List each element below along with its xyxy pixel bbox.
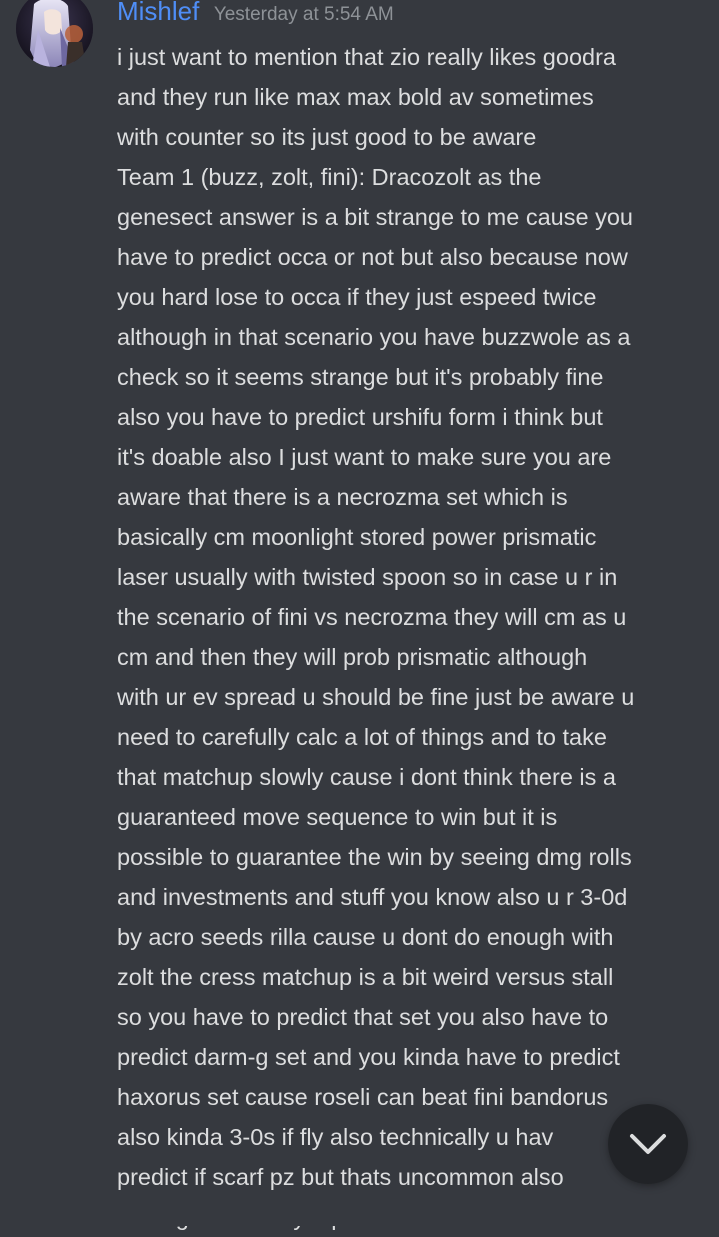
message-line: the scenario of fini vs necrozma they wi… bbox=[117, 604, 627, 630]
message-header: Mishlef Yesterday at 5:54 AM bbox=[117, 0, 394, 32]
chat-message: Mishlef Yesterday at 5:54 AM i just want… bbox=[0, 0, 719, 1230]
message-line: so you have to predict that set you also… bbox=[117, 1004, 609, 1030]
message-line: laser usually with twisted spoon so in c… bbox=[117, 564, 618, 590]
message-line: have to predict occa or not but also bec… bbox=[117, 244, 628, 270]
message-line: basically cm moonlight stored power pris… bbox=[117, 524, 597, 550]
message-line: need to carefully calc a lot of things a… bbox=[117, 724, 607, 750]
message-line: with counter so its just good to be awar… bbox=[117, 124, 537, 150]
user-avatar[interactable] bbox=[16, 0, 93, 67]
message-line: by acro seeds rilla cause u dont do enou… bbox=[117, 924, 614, 950]
composer-overlap-mask bbox=[0, 1204, 719, 1226]
timestamp: Yesterday at 5:54 AM bbox=[213, 4, 394, 25]
message-line: i just want to mention that zio really l… bbox=[117, 44, 616, 70]
message-line: haxorus set cause roseli can beat fini b… bbox=[117, 1084, 609, 1110]
message-line: it's doable also I just want to make sur… bbox=[117, 444, 612, 470]
message-line: aware that there is a necrozma set which… bbox=[117, 484, 568, 510]
message-line: that matchup slowly cause i dont think t… bbox=[117, 764, 616, 790]
username[interactable]: Mishlef bbox=[117, 0, 199, 26]
jump-to-present-button[interactable] bbox=[608, 1104, 688, 1184]
message-line: and investments and stuff you know also … bbox=[117, 884, 628, 910]
message-line: guaranteed move sequence to win but it i… bbox=[117, 804, 558, 830]
avatar-image-icon bbox=[16, 0, 93, 67]
message-line: and they run like max max bold av someti… bbox=[117, 84, 594, 110]
message-line: predict darm-g set and you kinda have to… bbox=[117, 1044, 620, 1070]
message-line: with ur ev spread u should be fine just … bbox=[117, 684, 635, 710]
message-line: genesect answer is a bit strange to me c… bbox=[117, 204, 633, 230]
message-line: you hard lose to occa if they just espee… bbox=[117, 284, 597, 310]
message-line: check so it seems strange but it's proba… bbox=[117, 364, 604, 390]
message-content: i just want to mention that zio really l… bbox=[117, 37, 707, 1237]
message-line: zolt the cress matchup is a bit weird ve… bbox=[117, 964, 614, 990]
message-line: also you have to predict urshifu form i … bbox=[117, 404, 603, 430]
chevron-down-icon bbox=[630, 1134, 666, 1154]
message-line: although in that scenario you have buzzw… bbox=[117, 324, 631, 350]
message-line: possible to guarantee the win by seeing … bbox=[117, 844, 632, 870]
message-line: cm and then they will prob prismatic alt… bbox=[117, 644, 588, 670]
message-line: Team 1 (buzz, zolt, fini): Dracozolt as … bbox=[117, 164, 542, 190]
